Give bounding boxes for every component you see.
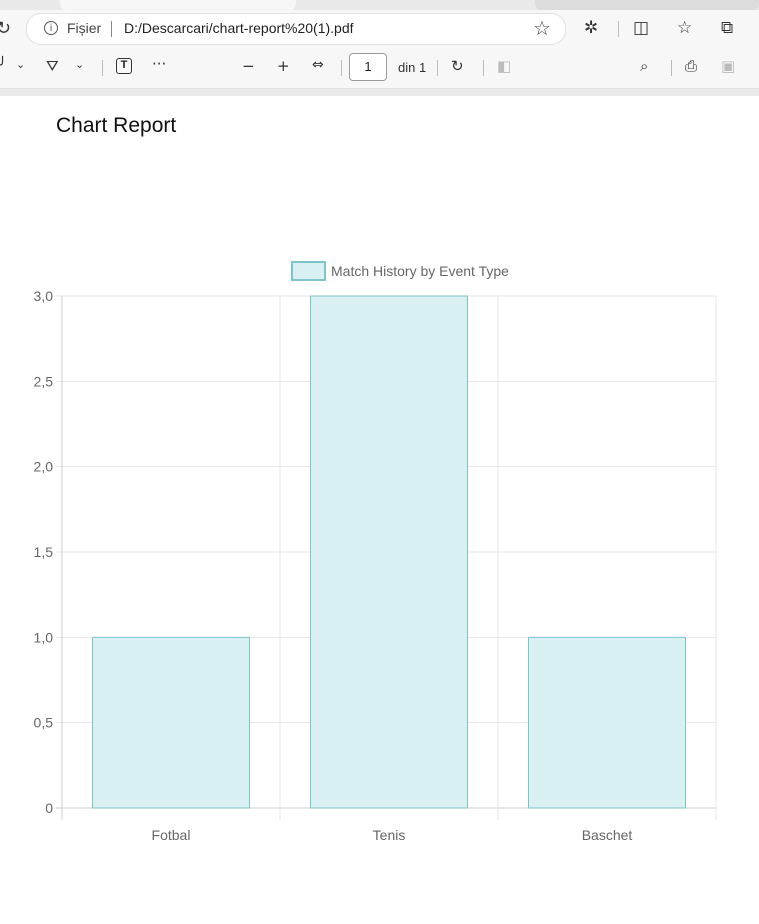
address-bar[interactable]: i Fișier D:/Descarcari/chart-report%20(1… <box>26 13 566 45</box>
info-icon[interactable]: i <box>44 21 58 35</box>
url-text[interactable]: D:/Descarcari/chart-report%20(1).pdf <box>124 20 354 36</box>
address-bar-row: ↻ i Fișier D:/Descarcari/chart-report%20… <box>0 10 759 48</box>
chart-legend: Match History by Event Type <box>291 261 509 281</box>
x-tick-label: Fotbal <box>152 827 191 843</box>
y-tick-label: 1,5 <box>34 544 54 560</box>
viewer-separator <box>0 89 759 96</box>
favorites-icon[interactable]: ☆ <box>677 18 692 38</box>
more-options-icon[interactable]: ··· <box>152 55 166 73</box>
toolbar-divider <box>437 60 438 76</box>
page-count-label: din 1 <box>398 60 427 75</box>
page-view-icon[interactable]: ◧ <box>497 57 511 75</box>
x-tick-label: Tenis <box>373 827 406 843</box>
highlight-tool-icon[interactable]: ⛛ <box>46 57 59 75</box>
page-number-input[interactable]: 1 <box>349 53 387 81</box>
y-axis: 0 0,5 1,0 1,5 2,0 2,5 3,0 <box>34 288 54 816</box>
collections-icon[interactable]: ⧉ <box>721 18 733 38</box>
bar-baschet <box>528 636 686 809</box>
y-tick-label: 2,0 <box>34 459 54 475</box>
zoom-out-icon[interactable]: − <box>242 57 255 75</box>
legend-swatch <box>291 261 326 281</box>
split-screen-icon[interactable]: ◫ <box>633 18 649 38</box>
tab-active[interactable] <box>60 0 296 10</box>
address-divider <box>111 21 112 37</box>
reload-icon[interactable]: ↻ <box>0 18 11 39</box>
zoom-in-icon[interactable]: + <box>277 57 290 75</box>
toolbar-divider <box>341 60 342 76</box>
fit-to-width-icon[interactable]: ⇔ <box>312 57 324 73</box>
y-tick-label: 1,0 <box>34 629 54 645</box>
tab-inactive[interactable] <box>535 0 759 10</box>
y-tick-label: 0 <box>45 800 53 816</box>
y-tick-label: 3,0 <box>34 288 54 304</box>
extensions-icon[interactable]: ✲ <box>584 18 598 38</box>
toolbar-divider <box>618 21 619 37</box>
page-title: Chart Report <box>56 114 177 137</box>
y-tick-label: 0,5 <box>34 715 54 731</box>
rotate-icon[interactable]: ↻ <box>451 57 464 75</box>
highlight-options-chevron-icon[interactable]: ⌄ <box>75 58 84 71</box>
url-scheme-label: Fișier <box>67 20 102 36</box>
bar-fotbal <box>92 636 250 809</box>
bar-tenis <box>310 295 468 809</box>
pdf-toolbar: ╯ ⌄ ⛛ ⌄ T ··· − + ⇔ 1 din 1 ↻ ◧ ⌕ ⎙ ▣ <box>0 48 759 89</box>
print-icon[interactable]: ⎙ <box>685 57 697 75</box>
y-tick-label: 2,5 <box>34 373 54 389</box>
draw-tool-icon[interactable]: ╯ <box>0 56 7 74</box>
text-tool-icon[interactable]: T <box>116 58 132 74</box>
bar-chart: Match History by Event Type 0 0,5 1,0 1,5 2,… <box>34 261 717 843</box>
favorite-star-icon[interactable]: ☆ <box>533 16 551 41</box>
x-tick-label: Baschet <box>582 827 633 843</box>
toolbar-divider <box>102 60 103 76</box>
toolbar-divider <box>483 60 484 76</box>
legend-label: Match History by Event Type <box>331 263 509 279</box>
toolbar-divider <box>671 60 672 76</box>
save-icon[interactable]: ▣ <box>721 57 735 75</box>
draw-options-chevron-icon[interactable]: ⌄ <box>16 58 25 71</box>
tab-strip <box>0 0 759 10</box>
x-axis: Fotbal Tenis Baschet <box>152 827 633 843</box>
find-search-icon[interactable]: ⌕ <box>640 57 648 75</box>
